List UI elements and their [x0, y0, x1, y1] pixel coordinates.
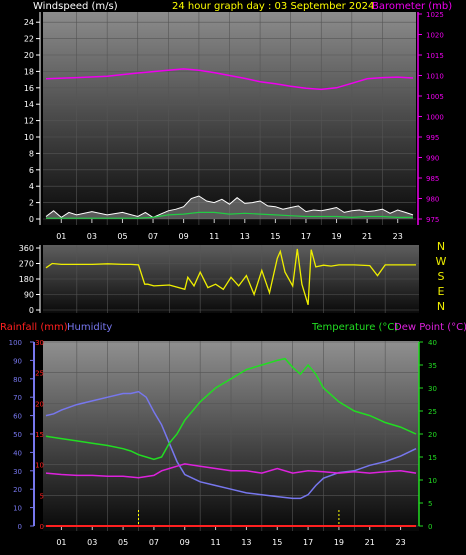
wind-x-tick-label: 11 — [209, 232, 219, 241]
humidity-tick-label: 40 — [13, 449, 22, 457]
wind-tick-label: 0 — [29, 215, 34, 224]
wind-axis-label: Windspeed (m/s) — [33, 1, 118, 12]
humidity-tick-label: 70 — [13, 394, 22, 402]
rain-tick-label: 10 — [35, 462, 44, 470]
wind-x-tick-label: 07 — [148, 232, 158, 241]
rain-tick-label: 20 — [35, 400, 44, 408]
direction-tick-label: 0 — [29, 306, 34, 315]
barometer-tick-label: 1010 — [426, 73, 444, 81]
wind-tick-label: 24 — [24, 18, 34, 27]
wind-x-tick-label: 03 — [87, 232, 97, 241]
humidity-axis-label: Humidity — [67, 322, 112, 333]
humidity-tick-label: 50 — [13, 431, 22, 439]
temp-x-tick-label: 09 — [180, 538, 190, 547]
wind-x-tick-label: 17 — [301, 232, 311, 241]
wind-tick-label: 14 — [24, 100, 34, 109]
wind-tick-label: 6 — [29, 166, 34, 175]
barometer-tick-label: 1015 — [426, 52, 444, 60]
humidity-tick-label: 90 — [13, 357, 22, 365]
temperature-tick-label: 20 — [428, 431, 437, 439]
temp-x-tick-label: 13 — [241, 538, 251, 547]
direction-tick-label: 90 — [24, 291, 34, 300]
wind-x-tick-label: 01 — [56, 232, 66, 241]
compass-w-label: W — [436, 255, 447, 268]
humidity-tick-label: 80 — [13, 376, 22, 384]
rain-tick-label: 15 — [35, 431, 44, 439]
wind-tick-label: 18 — [24, 67, 34, 76]
wind-x-tick-label: 13 — [240, 232, 250, 241]
temperature-tick-label: 10 — [428, 477, 437, 485]
temp-x-tick-label: 15 — [272, 538, 282, 547]
temperature-tick-label: 0 — [428, 523, 432, 531]
rain-tick-label: 25 — [35, 370, 44, 378]
temperature-tick-label: 25 — [428, 408, 437, 416]
wind-tick-label: 16 — [24, 84, 34, 93]
temp-x-tick-label: 01 — [56, 538, 66, 547]
temperature-tick-label: 40 — [428, 339, 437, 347]
compass-e-label: E — [438, 285, 445, 298]
wind-x-tick-label: 05 — [117, 232, 127, 241]
humidity-tick-label: 20 — [13, 486, 22, 494]
temp-x-tick-label: 19 — [334, 538, 344, 547]
barometer-tick-label: 1025 — [426, 11, 444, 19]
barometer-tick-label: 990 — [426, 155, 439, 163]
temp-x-tick-label: 17 — [303, 538, 313, 547]
wind-x-tick-label: 09 — [179, 232, 189, 241]
weather-chart: Windspeed (m/s) 24 hour graph day : 03 S… — [0, 1, 466, 547]
humidity-tick-label: 10 — [13, 505, 22, 513]
barometer-tick-label: 975 — [426, 216, 439, 224]
wind-tick-label: 4 — [29, 182, 34, 191]
temperature-tick-label: 5 — [428, 500, 432, 508]
wind-x-tick-label: 21 — [362, 232, 372, 241]
barometer-tick-label: 1005 — [426, 93, 444, 101]
barometer-tick-label: 985 — [426, 175, 439, 183]
temp-x-tick-label: 03 — [87, 538, 97, 547]
wind-x-tick-label: 23 — [393, 232, 403, 241]
wind-tick-label: 10 — [24, 133, 34, 142]
humidity-tick-label: 30 — [13, 468, 22, 476]
temp-x-tick-label: 05 — [118, 538, 128, 547]
temperature-tick-label: 35 — [428, 362, 437, 370]
compass-s-label: S — [438, 270, 445, 283]
rain-axis-label: Rainfall (mm) — [0, 322, 68, 333]
rain-tick-label: 5 — [40, 492, 44, 500]
compass-n-label: N — [437, 240, 445, 253]
temp-x-tick-label: 11 — [210, 538, 220, 547]
temp-x-tick-label: 07 — [149, 538, 159, 547]
barometer-tick-label: 1000 — [426, 114, 444, 122]
rain-tick-label: 0 — [40, 523, 44, 531]
temperature-axis-label: Temperature (°C) — [311, 322, 398, 333]
temperature-tick-label: 30 — [428, 385, 437, 393]
wind-tick-label: 2 — [29, 199, 34, 208]
wind-tick-label: 8 — [29, 149, 34, 158]
rain-tick-label: 30 — [35, 339, 44, 347]
humidity-tick-label: 0 — [18, 523, 22, 531]
wind-tick-label: 12 — [24, 117, 34, 126]
direction-tick-label: 180 — [19, 275, 34, 284]
humidity-tick-label: 60 — [13, 413, 22, 421]
wind-x-tick-label: 19 — [331, 232, 341, 241]
temp-x-tick-label: 21 — [365, 538, 375, 547]
dewpoint-axis-label: Dew Point (°C) — [394, 322, 466, 333]
wind-x-tick-label: 15 — [270, 232, 280, 241]
wind-tick-label: 20 — [24, 51, 34, 60]
temp-x-tick-label: 23 — [395, 538, 405, 547]
chart-title: 24 hour graph day : 03 September 2024 — [172, 1, 374, 12]
direction-tick-label: 360 — [19, 244, 34, 253]
compass-n-label: N — [437, 300, 445, 313]
temperature-tick-label: 15 — [428, 454, 437, 462]
barometer-tick-label: 980 — [426, 196, 439, 204]
wind-tick-label: 22 — [24, 35, 34, 44]
barometer-tick-label: 1020 — [426, 32, 444, 40]
barometer-tick-label: 995 — [426, 134, 439, 142]
direction-tick-label: 270 — [19, 260, 34, 269]
humidity-tick-label: 100 — [9, 339, 22, 347]
